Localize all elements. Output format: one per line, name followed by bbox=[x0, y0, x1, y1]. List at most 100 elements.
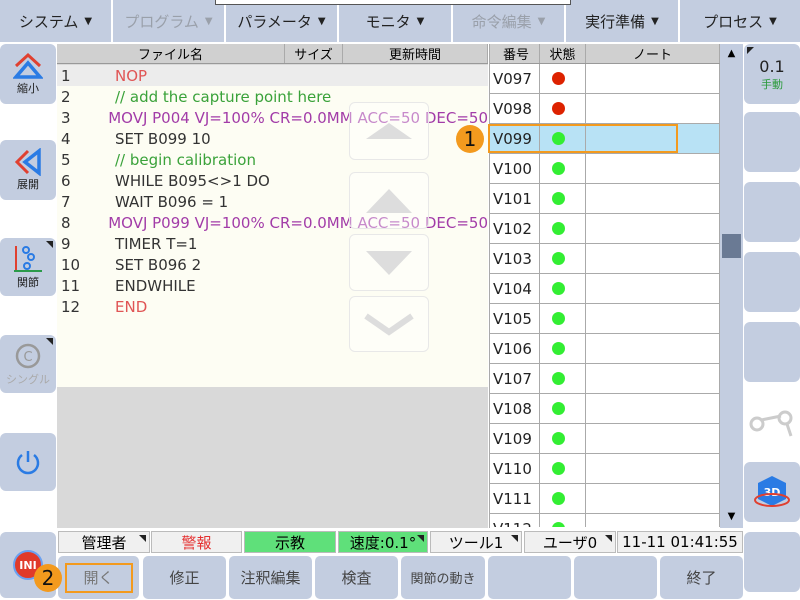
state-dot-icon bbox=[552, 162, 565, 175]
right-button-4[interactable] bbox=[744, 252, 800, 312]
note-cell[interactable] bbox=[586, 184, 720, 213]
joint-button[interactable]: 関節 bbox=[0, 238, 56, 296]
state-cell bbox=[540, 514, 586, 527]
status-user-frame[interactable]: ユーザ0 bbox=[524, 531, 616, 553]
state-cell bbox=[540, 304, 586, 333]
single-button[interactable]: C シングル bbox=[0, 335, 56, 393]
variable-row[interactable]: V110 bbox=[490, 454, 720, 484]
col-size[interactable]: サイズ bbox=[285, 44, 343, 63]
variable-scrollbar[interactable]: ▲ ▼ bbox=[720, 44, 743, 528]
line-number: 4 bbox=[61, 129, 71, 148]
note-cell[interactable] bbox=[586, 334, 720, 363]
variable-row[interactable]: V101 bbox=[490, 184, 720, 214]
right-button-3[interactable] bbox=[744, 182, 800, 242]
menu-4[interactable]: 命令編集 ▼ bbox=[453, 0, 564, 42]
robot-view-button[interactable] bbox=[744, 392, 800, 452]
note-cell[interactable] bbox=[586, 64, 720, 93]
joint-move-button[interactable]: 関節の動き bbox=[401, 556, 485, 599]
note-cell[interactable] bbox=[586, 244, 720, 273]
variable-id: V111 bbox=[490, 484, 540, 513]
scrollbar-thumb[interactable] bbox=[722, 234, 741, 258]
check-button[interactable]: 検査 bbox=[315, 556, 398, 599]
scroll-up-arrow-icon[interactable]: ▲ bbox=[720, 48, 743, 59]
state-dot-icon bbox=[552, 402, 565, 415]
state-dot-icon bbox=[552, 312, 565, 325]
menu-0[interactable]: システム ▼ bbox=[0, 0, 111, 42]
note-cell[interactable] bbox=[586, 424, 720, 453]
menu-3[interactable]: モニタ ▼ bbox=[339, 0, 451, 42]
speed-mode-button[interactable]: 0.1 手動 bbox=[744, 44, 800, 104]
variable-id: V107 bbox=[490, 364, 540, 393]
col-updated[interactable]: 更新時間 bbox=[343, 44, 488, 63]
variable-id: V106 bbox=[490, 334, 540, 363]
scroll-up-button[interactable] bbox=[349, 172, 429, 229]
variable-row[interactable]: V112 bbox=[490, 514, 720, 527]
menu-2[interactable]: パラメータ ▼ bbox=[226, 0, 337, 42]
note-cell[interactable] bbox=[586, 514, 720, 527]
col-file-name[interactable]: ファイル名 bbox=[57, 44, 285, 63]
variable-row[interactable]: V098 bbox=[490, 94, 720, 124]
expand-button[interactable]: 展開 bbox=[0, 140, 56, 200]
page-down-button[interactable] bbox=[349, 296, 429, 352]
line-text: END bbox=[115, 297, 148, 316]
status-alarm[interactable]: 警報 bbox=[151, 531, 242, 553]
note-cell[interactable] bbox=[586, 394, 720, 423]
note-cell[interactable] bbox=[586, 274, 720, 303]
right-button-8[interactable] bbox=[744, 532, 800, 592]
state-cell bbox=[540, 394, 586, 423]
robot-arm-icon bbox=[749, 410, 793, 437]
comment-edit-button[interactable]: 注釈編集 bbox=[229, 556, 312, 599]
variable-row[interactable]: V108 bbox=[490, 394, 720, 424]
modify-button[interactable]: 修正 bbox=[143, 556, 226, 599]
empty-button-1[interactable] bbox=[488, 556, 571, 599]
expand-label: 展開 bbox=[17, 178, 39, 191]
status-tool[interactable]: ツール1 bbox=[430, 531, 522, 553]
variable-row[interactable]: V102 bbox=[490, 214, 720, 244]
variable-row[interactable]: V106 bbox=[490, 334, 720, 364]
scroll-down-arrow-icon[interactable]: ▼ bbox=[720, 511, 743, 522]
state-dot-icon bbox=[552, 222, 565, 235]
state-dot-icon bbox=[552, 72, 565, 85]
note-cell[interactable] bbox=[586, 454, 720, 483]
variable-row[interactable]: V107 bbox=[490, 364, 720, 394]
note-cell[interactable] bbox=[586, 154, 720, 183]
status-user[interactable]: 管理者 bbox=[58, 531, 150, 553]
line-text: MOVJ P099 VJ=100% CR=0.0MM ACC=50 DEC=50 bbox=[108, 213, 488, 232]
variable-row[interactable]: V109 bbox=[490, 424, 720, 454]
right-button-2[interactable] bbox=[744, 112, 800, 172]
variable-id: V100 bbox=[490, 154, 540, 183]
variable-id: V101 bbox=[490, 184, 540, 213]
file-header: ファイル名 サイズ 更新時間 bbox=[57, 44, 488, 64]
power-button[interactable] bbox=[0, 433, 56, 491]
shrink-button[interactable]: 縮小 bbox=[0, 44, 56, 104]
status-speed[interactable]: 速度:0.1° bbox=[338, 531, 428, 553]
variable-row[interactable]: V103 bbox=[490, 244, 720, 274]
page-up-button[interactable] bbox=[349, 102, 429, 160]
3d-view-button[interactable]: 3D bbox=[744, 462, 800, 522]
note-cell[interactable] bbox=[586, 214, 720, 243]
variable-row[interactable]: V097 bbox=[490, 64, 720, 94]
note-cell[interactable] bbox=[586, 484, 720, 513]
exit-button[interactable]: 終了 bbox=[660, 556, 743, 599]
variable-row[interactable]: V105 bbox=[490, 304, 720, 334]
right-button-5[interactable] bbox=[744, 322, 800, 382]
variable-row[interactable]: V111 bbox=[490, 484, 720, 514]
open-button[interactable]: 開く bbox=[58, 556, 139, 599]
menu-5[interactable]: 実行準備 ▼ bbox=[566, 0, 678, 42]
caret-down-icon: ▼ bbox=[651, 15, 659, 27]
cycle-single-icon: C bbox=[15, 343, 41, 369]
variable-id: V102 bbox=[490, 214, 540, 243]
variable-row[interactable]: V104 bbox=[490, 274, 720, 304]
note-cell[interactable] bbox=[586, 364, 720, 393]
note-cell[interactable] bbox=[586, 304, 720, 333]
code-line[interactable]: 1 NOP bbox=[57, 65, 488, 86]
variable-row[interactable]: V100 bbox=[490, 154, 720, 184]
caret-down-icon: ▼ bbox=[317, 15, 326, 27]
menu-6[interactable]: プロセス ▼ bbox=[680, 0, 800, 42]
empty-button-2[interactable] bbox=[574, 556, 657, 599]
scroll-down-button[interactable] bbox=[349, 234, 429, 291]
menu-1[interactable]: プログラム ▼ bbox=[113, 0, 224, 42]
line-number: 1 bbox=[61, 66, 71, 85]
note-cell[interactable] bbox=[586, 94, 720, 123]
double-up-icon bbox=[366, 123, 412, 139]
